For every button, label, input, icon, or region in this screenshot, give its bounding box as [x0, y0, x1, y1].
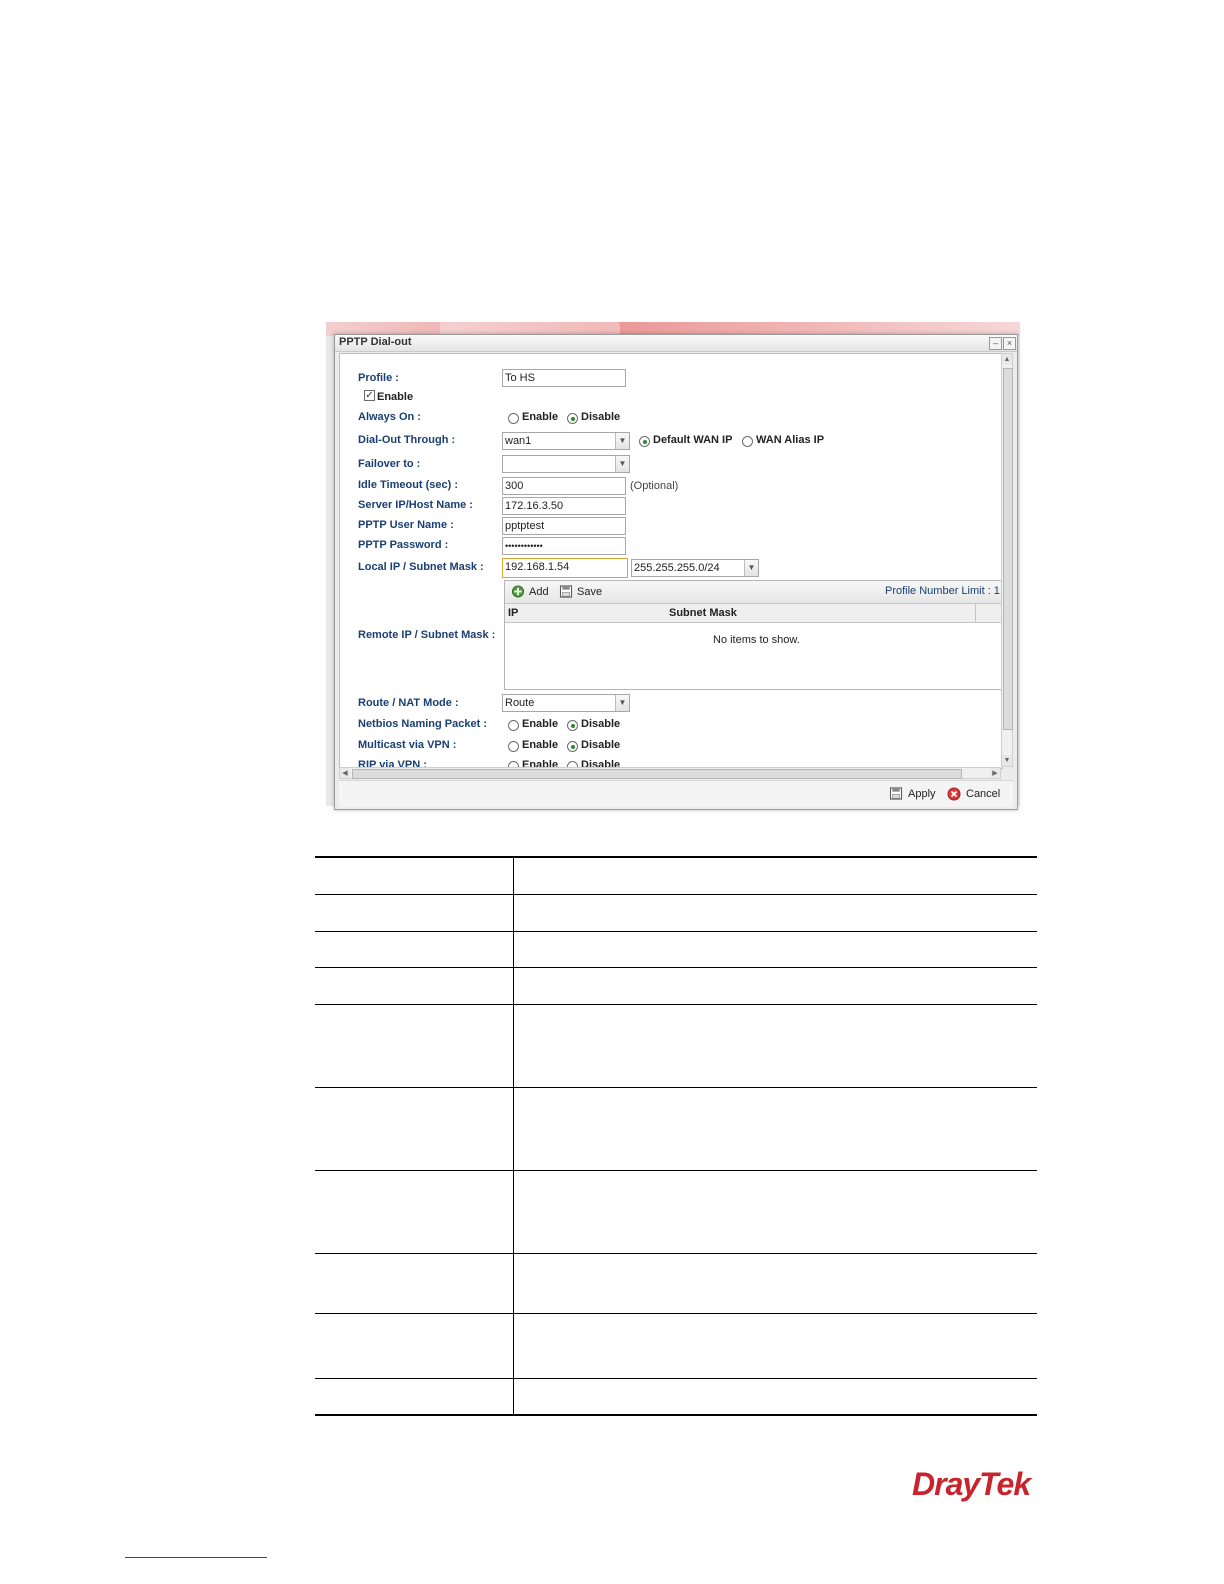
- save-label: Save: [577, 586, 603, 598]
- minimize-button[interactable]: –: [989, 337, 1002, 350]
- table-row: [315, 1378, 1037, 1416]
- netbios-enable-label: Enable: [522, 718, 559, 730]
- chevron-down-icon: ▼: [615, 456, 629, 472]
- failover-select[interactable]: ▼: [502, 455, 630, 473]
- pptp-dialout-dialog: PPTP Dial-out – × Profile : To HS ✓ Enab…: [334, 334, 1018, 810]
- footer-link-underline[interactable]: [125, 1557, 267, 1558]
- optional-hint: (Optional): [630, 480, 679, 492]
- remote-ip-table: Add Save Profile Number Limit : 1 IP Sub…: [504, 580, 1002, 690]
- table-row: [315, 1170, 1037, 1254]
- enable-checkbox[interactable]: ✓: [364, 390, 375, 401]
- profile-input[interactable]: To HS: [502, 369, 626, 387]
- cancel-label: Cancel: [966, 788, 1001, 800]
- empty-table-message: No items to show.: [713, 634, 800, 646]
- cancel-icon: [947, 787, 961, 801]
- vertical-scrollbar[interactable]: ▲ ▼: [1001, 353, 1013, 767]
- table-row: [315, 967, 1037, 1005]
- cancel-button[interactable]: Cancel: [947, 785, 1007, 803]
- idle-timeout-label: Idle Timeout (sec) :: [358, 479, 459, 491]
- scroll-up-icon[interactable]: ▲: [1002, 354, 1012, 365]
- local-mask-value: 255.255.255.0/24: [634, 562, 720, 574]
- table-row: [315, 1313, 1037, 1379]
- floppy-icon: [889, 787, 903, 800]
- col-divider: [975, 604, 976, 622]
- vertical-scroll-thumb[interactable]: [1003, 368, 1013, 730]
- save-button[interactable]: Save: [559, 584, 607, 600]
- local-ip-input[interactable]: 192.168.1.54: [502, 558, 628, 578]
- multicast-enable-label: Enable: [522, 739, 559, 751]
- description-table: [315, 856, 1037, 1416]
- always-on-disable-radio[interactable]: [567, 413, 578, 424]
- dialog-title: PPTP Dial-out: [339, 336, 412, 348]
- failover-label: Failover to :: [358, 458, 421, 470]
- floppy-icon: [559, 585, 573, 598]
- multicast-label: Multicast via VPN :: [358, 739, 457, 751]
- dialout-label: Dial-Out Through :: [358, 434, 456, 446]
- netbios-label: Netbios Naming Packet :: [358, 718, 487, 730]
- multicast-disable-label: Disable: [581, 739, 621, 751]
- local-ip-label: Local IP / Subnet Mask :: [358, 561, 484, 573]
- dialout-select[interactable]: wan1 ▼: [502, 432, 630, 450]
- apply-button[interactable]: Apply: [889, 785, 941, 803]
- apply-label: Apply: [908, 788, 936, 800]
- add-button[interactable]: Add: [511, 584, 555, 600]
- user-name-input[interactable]: pptptest: [502, 517, 626, 535]
- col-ip-header: IP: [508, 607, 519, 619]
- remote-ip-label: Remote IP / Subnet Mask :: [358, 629, 496, 641]
- netbios-enable-radio[interactable]: [508, 720, 519, 731]
- password-input[interactable]: ••••••••••••: [502, 537, 626, 555]
- profile-limit-text: Profile Number Limit : 1: [885, 585, 1000, 597]
- table-row: [315, 856, 1037, 895]
- table-row: [315, 894, 1037, 932]
- horizontal-scrollbar[interactable]: ◀ ▶: [339, 767, 1001, 779]
- table-row: [315, 1087, 1037, 1171]
- idle-timeout-input[interactable]: 300: [502, 477, 626, 495]
- server-label: Server IP/Host Name :: [358, 499, 473, 511]
- scroll-right-icon[interactable]: ▶: [990, 768, 1000, 778]
- horizontal-scroll-thumb[interactable]: [352, 769, 962, 779]
- table-row: [315, 1004, 1037, 1088]
- dialog-footer: Apply Cancel: [339, 780, 1013, 807]
- scroll-left-icon[interactable]: ◀: [340, 768, 350, 778]
- always-on-disable-label: Disable: [581, 411, 621, 423]
- remote-ip-toolbar: Add Save Profile Number Limit : 1: [505, 581, 1002, 604]
- server-input[interactable]: 172.16.3.50: [502, 497, 626, 515]
- password-label: PPTP Password :: [358, 539, 449, 551]
- route-mode-value: Route: [505, 697, 535, 709]
- table-row: [315, 931, 1037, 968]
- multicast-enable-radio[interactable]: [508, 741, 519, 752]
- local-mask-select[interactable]: 255.255.255.0/24 ▼: [631, 559, 759, 577]
- add-label: Add: [529, 586, 549, 598]
- remote-ip-header: IP Subnet Mask: [505, 604, 1002, 623]
- wan-alias-ip-label: WAN Alias IP: [756, 434, 825, 446]
- netbios-disable-label: Disable: [581, 718, 621, 730]
- multicast-disable-radio[interactable]: [567, 741, 578, 752]
- enable-label: Enable: [377, 391, 414, 403]
- always-on-enable-radio[interactable]: [508, 413, 519, 424]
- wan-alias-ip-radio[interactable]: [742, 436, 753, 447]
- route-mode-label: Route / NAT Mode :: [358, 697, 459, 709]
- always-on-enable-label: Enable: [522, 411, 559, 423]
- dialout-value: wan1: [505, 435, 532, 447]
- dialog-content: Profile : To HS ✓ Enable Always On : Ena…: [339, 353, 1003, 769]
- default-wan-ip-label: Default WAN IP: [653, 434, 733, 446]
- col-mask-header: Subnet Mask: [669, 607, 737, 619]
- table-row: [315, 1253, 1037, 1314]
- chevron-down-icon: ▼: [615, 695, 629, 711]
- close-button[interactable]: ×: [1003, 337, 1016, 350]
- always-on-label: Always On :: [358, 411, 421, 423]
- add-icon: [511, 585, 525, 598]
- profile-label: Profile :: [358, 372, 399, 384]
- draytek-logo: DrayTek: [912, 1466, 1031, 1502]
- chevron-down-icon: ▼: [744, 560, 758, 576]
- route-mode-select[interactable]: Route ▼: [502, 694, 630, 712]
- background-app-sidebar: [326, 336, 334, 806]
- chevron-down-icon: ▼: [615, 433, 629, 449]
- scroll-down-icon[interactable]: ▼: [1002, 755, 1012, 766]
- netbios-disable-radio[interactable]: [567, 720, 578, 731]
- user-name-label: PPTP User Name :: [358, 519, 454, 531]
- default-wan-ip-radio[interactable]: [639, 436, 650, 447]
- dialog-titlebar[interactable]: PPTP Dial-out – ×: [335, 335, 1017, 352]
